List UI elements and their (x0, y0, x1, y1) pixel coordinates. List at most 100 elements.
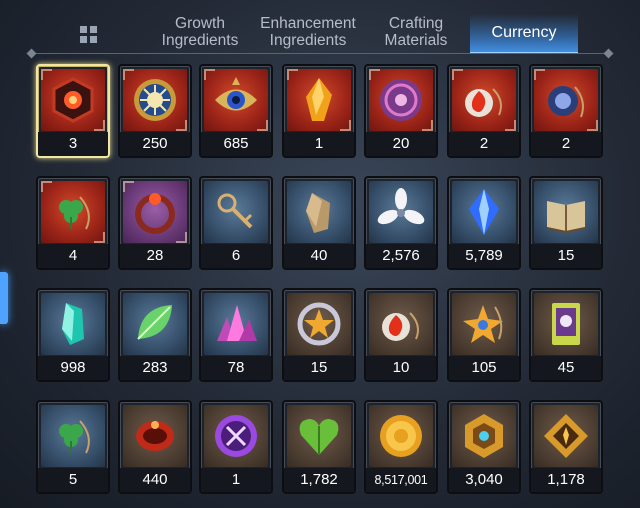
item-rarity-background (41, 181, 105, 243)
tab-currency[interactable]: Currency (470, 14, 578, 54)
currency-item-slot[interactable]: 2 (447, 64, 521, 158)
item-count: 40 (284, 244, 354, 268)
currency-item-slot[interactable]: 1,178 (529, 400, 603, 494)
item-count: 1,782 (284, 468, 354, 492)
currency-item-slot[interactable]: 440 (118, 400, 192, 494)
item-frame: 1,782 (282, 400, 356, 494)
gold-coin-icon (369, 405, 433, 467)
item-count: 440 (120, 468, 190, 492)
item-rarity-background (534, 69, 598, 131)
category-tab-bar: Growth Ingredients Enhancement Ingredien… (0, 0, 640, 54)
item-rarity-background (204, 405, 268, 467)
item-frame: 40 (282, 176, 356, 270)
item-count: 2 (449, 132, 519, 156)
item-count: 2,576 (366, 244, 436, 268)
item-rarity-background (41, 293, 105, 355)
open-book-icon (534, 181, 598, 243)
item-count: 20 (366, 132, 436, 156)
item-count: 78 (201, 356, 271, 380)
green-leaf-icon (123, 293, 187, 355)
tab-crafting-materials[interactable]: Crafting Materials (372, 15, 460, 49)
item-rarity-background (123, 405, 187, 467)
item-rarity-background (534, 181, 598, 243)
clover-pendant-icon (41, 405, 105, 467)
currency-item-slot[interactable]: 15 (282, 288, 356, 382)
item-frame: 4 (36, 176, 110, 270)
currency-item-slot[interactable]: 6 (199, 176, 273, 270)
currency-item-slot[interactable]: 250 (118, 64, 192, 158)
currency-item-slot[interactable]: 20 (364, 64, 438, 158)
currency-item-slot[interactable]: 1,782 (282, 400, 356, 494)
item-count: 8,517,001 (366, 468, 436, 492)
item-frame: 78 (199, 288, 273, 382)
item-frame: 15 (529, 176, 603, 270)
currency-item-slot[interactable]: 28 (118, 176, 192, 270)
item-count: 1,178 (531, 468, 601, 492)
item-count: 15 (284, 356, 354, 380)
item-rarity-background (204, 181, 268, 243)
item-count: 685 (201, 132, 271, 156)
item-rarity-background (287, 181, 351, 243)
currency-item-slot[interactable]: 2,576 (364, 176, 438, 270)
grid-view-icon[interactable] (80, 26, 100, 46)
purple-seal-icon (204, 405, 268, 467)
item-frame: 250 (118, 64, 192, 158)
item-frame: 15 (282, 288, 356, 382)
tab-enhancement-ingredients[interactable]: Enhancement Ingredients (252, 15, 364, 49)
currency-item-slot[interactable]: 10 (364, 288, 438, 382)
item-rarity-background (369, 405, 433, 467)
currency-item-slot[interactable]: 1 (282, 64, 356, 158)
currency-item-slot[interactable]: 105 (447, 288, 521, 382)
item-count: 4 (38, 244, 108, 268)
item-count: 10 (366, 356, 436, 380)
item-rarity-background (452, 293, 516, 355)
currency-item-slot[interactable]: 3 (36, 64, 110, 158)
side-panel-handle[interactable] (0, 272, 8, 324)
item-count: 2 (531, 132, 601, 156)
red-rune-bracelet-icon (123, 405, 187, 467)
item-count: 5 (38, 468, 108, 492)
item-frame: 5 (36, 400, 110, 494)
item-frame: 105 (447, 288, 521, 382)
currency-item-slot[interactable]: 283 (118, 288, 192, 382)
currency-item-slot[interactable]: 45 (529, 288, 603, 382)
currency-item-slot[interactable]: 998 (36, 288, 110, 382)
item-rarity-background (452, 69, 516, 131)
item-count: 105 (449, 356, 519, 380)
currency-item-slot[interactable]: 5 (36, 400, 110, 494)
star-ring-icon (287, 293, 351, 355)
currency-item-slot[interactable]: 1 (199, 400, 273, 494)
currency-item-slot[interactable]: 78 (199, 288, 273, 382)
item-frame: 3 (36, 64, 110, 158)
currency-item-slot[interactable]: 40 (282, 176, 356, 270)
currency-item-slot[interactable]: 685 (199, 64, 273, 158)
currency-item-slot[interactable]: 8,517,001 (364, 400, 438, 494)
item-frame: 998 (36, 288, 110, 382)
red-flower-crest-icon (41, 69, 105, 131)
currency-item-slot[interactable]: 5,789 (447, 176, 521, 270)
item-rarity-background (41, 69, 105, 131)
stone-shard-icon (287, 181, 351, 243)
item-count: 45 (531, 356, 601, 380)
currency-item-slot[interactable]: 15 (529, 176, 603, 270)
item-frame: 6 (199, 176, 273, 270)
clover-pendant-icon (41, 181, 105, 243)
item-frame: 685 (199, 64, 273, 158)
item-frame: 8,517,001 (364, 400, 438, 494)
item-rarity-background (534, 293, 598, 355)
tab-growth-ingredients[interactable]: Growth Ingredients (152, 15, 248, 49)
item-rarity-background (534, 405, 598, 467)
item-count: 15 (531, 244, 601, 268)
item-rarity-background (369, 181, 433, 243)
currency-item-slot[interactable]: 4 (36, 176, 110, 270)
teal-crystal-icon (41, 293, 105, 355)
white-lily-icon (369, 181, 433, 243)
flame-pendant-icon (452, 69, 516, 131)
item-frame: 20 (364, 64, 438, 158)
currency-item-slot[interactable]: 3,040 (447, 400, 521, 494)
item-count: 250 (120, 132, 190, 156)
purple-shield-coin-icon (369, 69, 433, 131)
currency-item-slot[interactable]: 2 (529, 64, 603, 158)
item-rarity-background (123, 181, 187, 243)
item-frame: 440 (118, 400, 192, 494)
